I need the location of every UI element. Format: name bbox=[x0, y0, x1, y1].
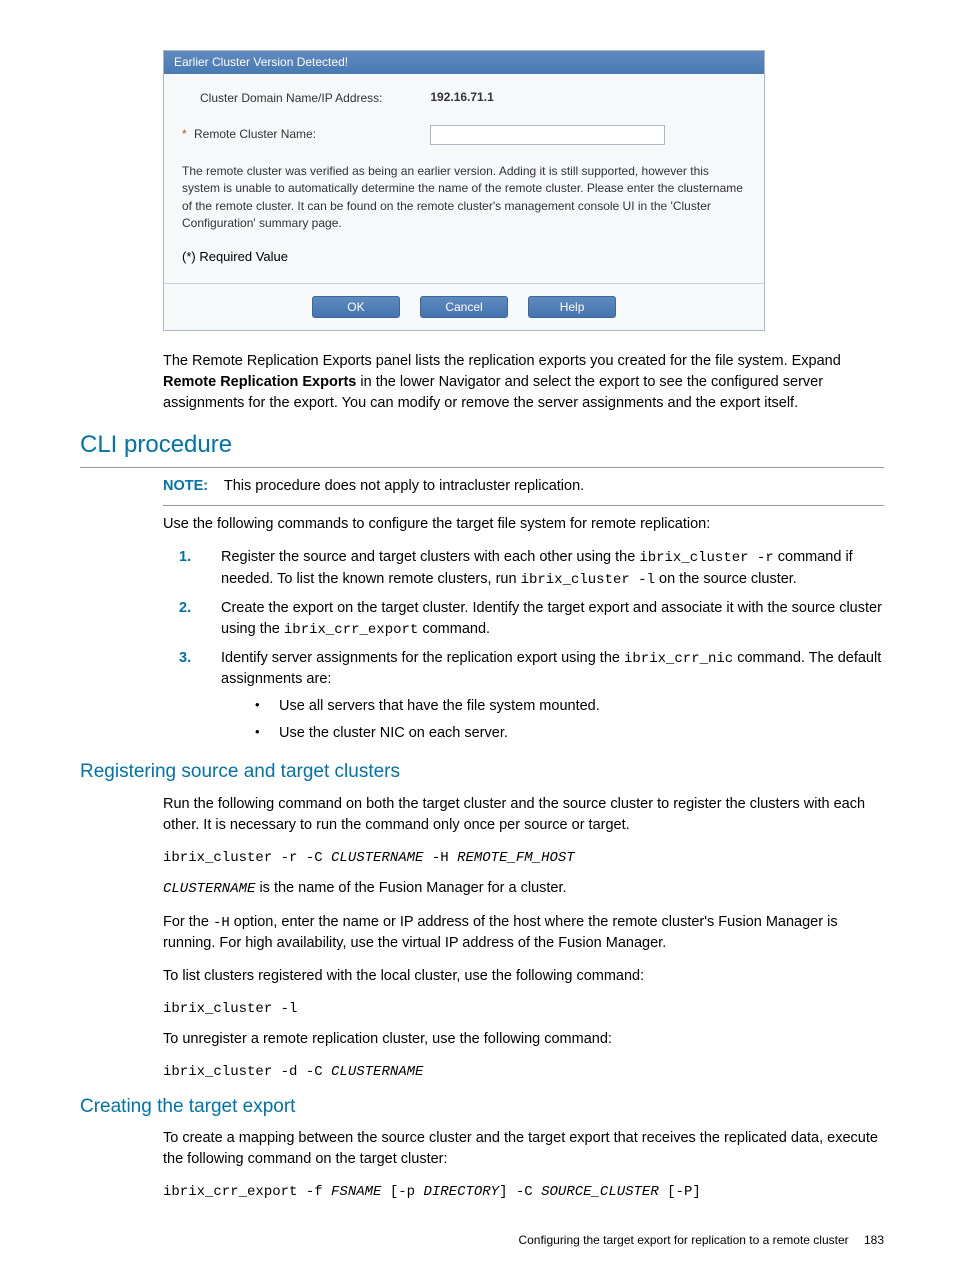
page-number: 183 bbox=[864, 1233, 884, 1247]
page-footer: Configuring the target export for replic… bbox=[0, 1232, 884, 1249]
label-ip-address: Cluster Domain Name/IP Address: bbox=[182, 90, 427, 107]
dialog-title-bar: Earlier Cluster Version Detected! bbox=[164, 51, 764, 74]
registering-paragraph: Run the following command on both the ta… bbox=[163, 794, 884, 836]
help-button[interactable]: Help bbox=[528, 296, 616, 318]
clustername-paragraph: CLUSTERNAME is the name of the Fusion Ma… bbox=[163, 878, 884, 899]
list-item: Use the cluster NIC on each server. bbox=[221, 723, 884, 744]
unregister-paragraph: To unregister a remote replication clust… bbox=[163, 1029, 884, 1050]
dialog-body: Cluster Domain Name/IP Address: 192.16.7… bbox=[164, 74, 764, 283]
configure-intro-paragraph: Use the following commands to configure … bbox=[163, 514, 884, 535]
command-register: ibrix_cluster -r -C CLUSTERNAME -H REMOT… bbox=[163, 848, 884, 868]
cancel-button[interactable]: Cancel bbox=[420, 296, 508, 318]
list-item: Use all servers that have the file syste… bbox=[221, 696, 884, 717]
label-remote-cluster-name: * Remote Cluster Name: bbox=[182, 126, 427, 143]
section-divider bbox=[80, 467, 884, 468]
heading-registering-clusters: Registering source and target clusters bbox=[80, 758, 954, 786]
remote-replication-exports-paragraph: The Remote Replication Exports panel lis… bbox=[163, 351, 884, 414]
required-value-note: (*) Required Value bbox=[182, 248, 746, 267]
command-list: ibrix_cluster -l bbox=[163, 999, 884, 1019]
note-text: This procedure does not apply to intracl… bbox=[224, 478, 584, 494]
dialog-title: Earlier Cluster Version Detected! bbox=[174, 55, 348, 69]
heading-cli-procedure: CLI procedure bbox=[80, 428, 954, 463]
note-label: NOTE: bbox=[163, 478, 208, 494]
list-item: 2. Create the export on the target clust… bbox=[163, 598, 884, 640]
note-row: NOTE: This procedure does not apply to i… bbox=[163, 476, 884, 497]
note-divider bbox=[163, 505, 884, 506]
create-export-paragraph: To create a mapping between the source c… bbox=[163, 1128, 884, 1170]
list-number: 3. bbox=[179, 648, 191, 669]
dialog-earlier-cluster: Earlier Cluster Version Detected! Cluste… bbox=[163, 50, 765, 331]
label-remote-cluster-name-text: Remote Cluster Name: bbox=[194, 127, 316, 141]
h-option-paragraph: For the -H option, enter the name or IP … bbox=[163, 912, 884, 954]
procedure-list: 1. Register the source and target cluste… bbox=[163, 547, 884, 744]
dialog-info-text: The remote cluster was verified as being… bbox=[182, 163, 746, 233]
command-create-export: ibrix_crr_export -f FSNAME [-p DIRECTORY… bbox=[163, 1182, 884, 1202]
ok-button[interactable]: OK bbox=[312, 296, 400, 318]
row-ip-address: Cluster Domain Name/IP Address: 192.16.7… bbox=[182, 89, 746, 107]
list-clusters-paragraph: To list clusters registered with the loc… bbox=[163, 966, 884, 987]
list-number: 2. bbox=[179, 598, 191, 619]
remote-cluster-name-input[interactable] bbox=[430, 125, 665, 145]
row-remote-cluster-name: * Remote Cluster Name: bbox=[182, 125, 746, 145]
default-assignments-list: Use all servers that have the file syste… bbox=[221, 696, 884, 744]
list-item: 3. Identify server assignments for the r… bbox=[163, 648, 884, 744]
required-asterisk-icon: * bbox=[182, 127, 187, 141]
dialog-footer: OK Cancel Help bbox=[164, 283, 764, 330]
heading-creating-target-export: Creating the target export bbox=[80, 1093, 954, 1121]
command-unregister: ibrix_cluster -d -C CLUSTERNAME bbox=[163, 1062, 884, 1082]
list-item: 1. Register the source and target cluste… bbox=[163, 547, 884, 590]
footer-text: Configuring the target export for replic… bbox=[518, 1233, 848, 1247]
list-number: 1. bbox=[179, 547, 191, 568]
value-ip-address: 192.16.71.1 bbox=[430, 90, 493, 104]
